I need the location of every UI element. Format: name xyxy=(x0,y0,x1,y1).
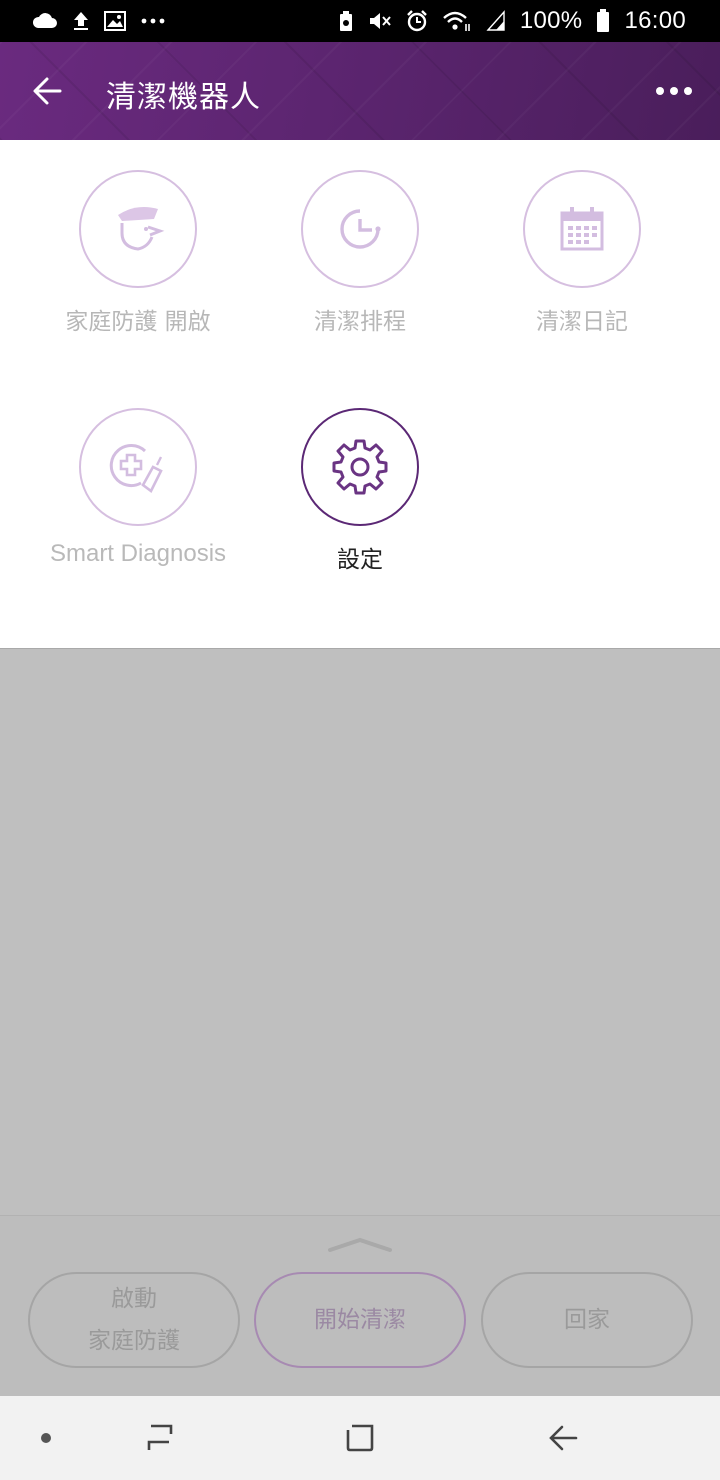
cleaning-diary-circle xyxy=(523,170,641,288)
back-button[interactable] xyxy=(24,69,72,113)
smart-diagnosis-circle xyxy=(79,408,197,526)
nav-dot-button[interactable] xyxy=(24,1418,68,1458)
menu-item-settings[interactable]: 設定 xyxy=(249,408,471,574)
dot-icon xyxy=(41,1433,51,1443)
clock-icon xyxy=(340,209,381,249)
menu-item-label: 清潔日記 xyxy=(536,309,628,335)
control-sheet: 啟動 家庭防護 開始清潔 回家 xyxy=(0,1215,720,1396)
menu-item-label: 清潔排程 xyxy=(314,309,406,335)
cleaning-schedule-circle xyxy=(301,170,419,288)
navigation-bar xyxy=(0,1396,720,1480)
menu-item-cleaning-diary[interactable]: 清潔日記 xyxy=(471,170,693,336)
upload-icon xyxy=(72,11,90,31)
battery-percent: 100% xyxy=(519,7,583,34)
arrow-left-icon xyxy=(33,77,62,105)
start-cleaning-button[interactable]: 開始清潔 xyxy=(254,1272,466,1368)
status-bar-right: 100% 16:00 xyxy=(338,7,686,35)
home-icon xyxy=(346,1424,374,1452)
calendar-icon xyxy=(560,207,604,251)
home-guard-circle xyxy=(79,170,197,288)
settings-circle xyxy=(301,408,419,526)
more-options-button[interactable] xyxy=(650,74,698,108)
gear-icon xyxy=(332,439,388,495)
return-home-button[interactable]: 回家 xyxy=(481,1272,693,1368)
menu-item-label: 家庭防護 開啟 xyxy=(65,309,211,335)
mute-icon xyxy=(368,10,392,32)
menu-item-home-guard[interactable]: 家庭防護 開啟 xyxy=(27,170,249,336)
guard-icon xyxy=(118,207,165,251)
more-notifications-icon xyxy=(140,17,166,25)
button-label: 開始清潔 xyxy=(314,1307,406,1333)
app-bar: 清潔機器人 xyxy=(0,42,720,140)
signal-icon xyxy=(486,10,506,32)
battery-icon xyxy=(596,9,610,33)
clock-time: 16:00 xyxy=(624,7,686,34)
menu-item-cleaning-schedule[interactable]: 清潔排程 xyxy=(249,170,471,336)
start-home-guard-button[interactable]: 啟動 家庭防護 xyxy=(28,1272,240,1368)
button-label: 回家 xyxy=(564,1307,610,1333)
menu-item-label: 設定 xyxy=(337,547,383,573)
diagnosis-icon xyxy=(109,444,163,493)
system-back-button[interactable] xyxy=(541,1418,585,1458)
button-line-1: 啟動 xyxy=(111,1286,157,1312)
sheet-handle[interactable] xyxy=(326,1236,394,1254)
more-horizontal-icon xyxy=(656,87,692,95)
menu-item-smart-diagnosis[interactable]: Smart Diagnosis xyxy=(27,408,249,568)
cloud-icon xyxy=(32,12,58,30)
menu-item-label: Smart Diagnosis xyxy=(49,540,227,567)
wifi-icon xyxy=(442,10,472,32)
recent-apps-icon xyxy=(147,1424,173,1450)
page-title: 清潔機器人 xyxy=(106,80,261,115)
feature-menu: 家庭防護 開啟 清潔排程 清潔日記 Smart Diagnosis 設定 xyxy=(0,140,720,648)
recycle-icon xyxy=(338,10,354,32)
image-icon xyxy=(104,11,126,31)
alarm-icon xyxy=(406,10,428,32)
home-button[interactable] xyxy=(338,1418,382,1458)
chevron-up-icon xyxy=(328,1237,392,1252)
status-bar-left xyxy=(32,11,166,31)
status-bar: 100% 16:00 xyxy=(0,0,720,42)
recent-apps-button[interactable] xyxy=(138,1418,182,1458)
button-line-2: 家庭防護 xyxy=(88,1328,180,1354)
back-icon xyxy=(549,1425,578,1451)
